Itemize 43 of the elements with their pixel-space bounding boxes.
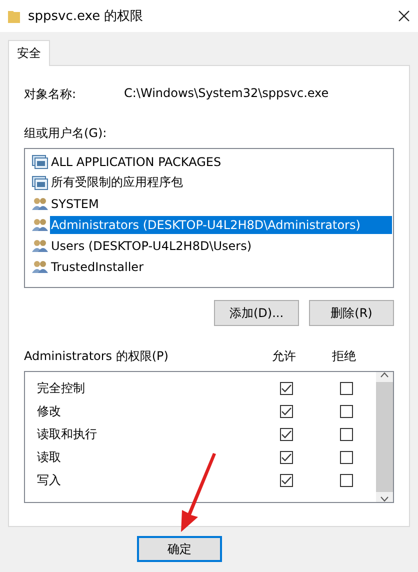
scrollbar[interactable] <box>376 372 393 502</box>
tab[interactable]: 安全 <box>8 40 50 66</box>
checkbox[interactable] <box>340 382 352 395</box>
section-label: Administrators 的权限(P) <box>24 348 170 365</box>
window-title: sppsvc.exe 的权限 <box>28 8 144 25</box>
checkbox[interactable] <box>340 474 352 487</box>
close-icon[interactable] <box>398 10 410 22</box>
scroll-down-icon[interactable] <box>380 496 389 502</box>
permission-name: 写入 <box>37 472 62 489</box>
permission-name: 读取 <box>37 449 62 466</box>
folder-icon <box>8 9 20 23</box>
list-item[interactable]: 所有受限制的应用程序包 <box>50 172 184 193</box>
object-path: C:\Windows\System32\sppsvc.exe <box>124 86 329 102</box>
list-item[interactable]: Administrators (DESKTOP-U4L2H8D\Administrators) <box>50 216 392 234</box>
checkbox[interactable] <box>280 405 292 418</box>
section-label: 组或用户名(G): <box>24 125 107 142</box>
list-item[interactable]: TrustedInstaller <box>50 258 145 276</box>
dialog-button[interactable]: 删除(R) <box>309 300 394 326</box>
field-label: 对象名称: <box>24 86 78 103</box>
permission-name: 修改 <box>37 403 62 420</box>
scroll-up-icon[interactable] <box>380 372 389 378</box>
app-package-icon <box>32 176 48 190</box>
app-package-icon <box>32 154 48 168</box>
checkbox[interactable] <box>280 451 292 464</box>
list-item[interactable]: SYSTEM <box>50 194 100 212</box>
column-header: 拒绝 <box>332 348 356 365</box>
ok-button[interactable]: 确定 <box>137 536 222 562</box>
checkbox[interactable] <box>340 428 352 441</box>
checkbox[interactable] <box>280 382 292 395</box>
dialog-button[interactable]: 添加(D)... <box>214 300 299 326</box>
column-header: 允许 <box>272 348 296 365</box>
users-icon <box>32 238 48 252</box>
users-icon <box>32 260 48 274</box>
checkbox[interactable] <box>280 428 292 441</box>
checkbox[interactable] <box>340 451 352 464</box>
users-icon <box>32 218 48 232</box>
users-icon <box>32 196 48 210</box>
checkbox[interactable] <box>340 405 352 418</box>
checkbox[interactable] <box>280 474 292 487</box>
permission-name: 完全控制 <box>37 380 86 397</box>
list-item[interactable]: ALL APPLICATION PACKAGES <box>50 152 222 170</box>
list-item[interactable]: Users (DESKTOP-U4L2H8D\Users) <box>50 236 253 254</box>
permission-name: 读取和执行 <box>37 426 98 443</box>
